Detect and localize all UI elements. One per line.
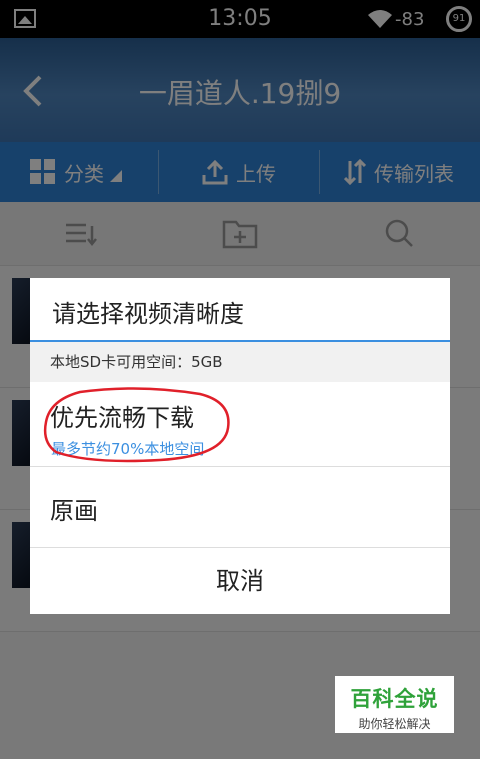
quality-dialog: 请选择视频清晰度 本地SD卡可用空间：5GB 优先流畅下载 最多节约70%本地空… bbox=[30, 278, 450, 614]
watermark-subtitle: 助你轻松解决 bbox=[358, 717, 431, 731]
watermark-title: 百科全说 bbox=[350, 687, 439, 711]
cancel-button[interactable]: 取消 bbox=[30, 549, 450, 614]
highlight-circle bbox=[43, 387, 230, 463]
option-original[interactable]: 原画 bbox=[30, 467, 450, 548]
option-original-label: 原画 bbox=[50, 497, 98, 525]
dialog-title: 请选择视频清晰度 bbox=[52, 300, 244, 328]
storage-info: 本地SD卡可用空间：5GB bbox=[30, 342, 450, 382]
watermark-logo: 百科全说 助你轻松解决 bbox=[335, 676, 454, 733]
option-smooth-download[interactable]: 优先流畅下载 最多节约70%本地空间 bbox=[30, 382, 450, 467]
